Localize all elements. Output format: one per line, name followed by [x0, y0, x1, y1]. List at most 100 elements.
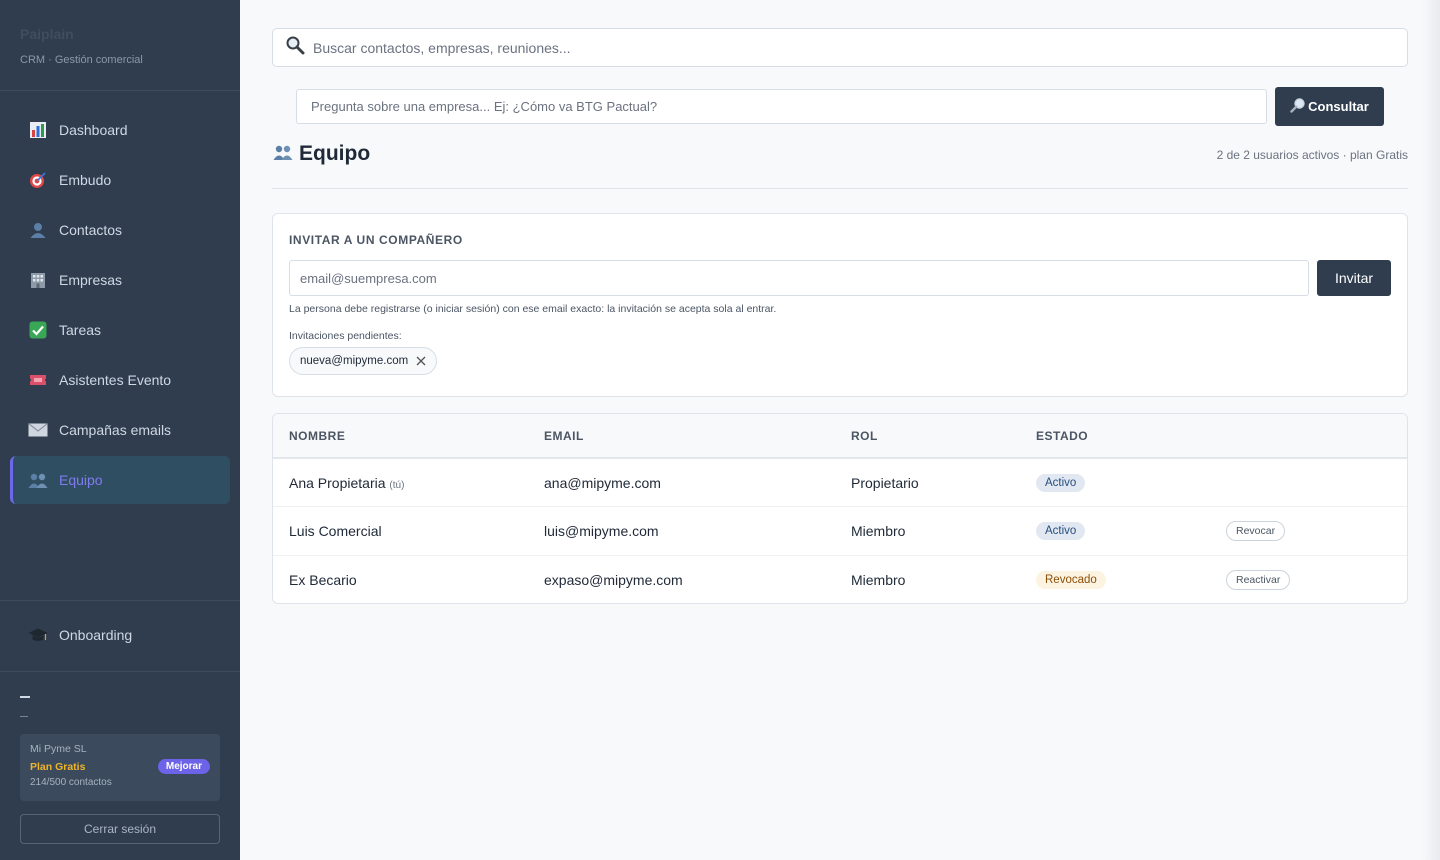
magnifier-icon — [1290, 97, 1306, 116]
consult-button[interactable]: Consultar — [1275, 87, 1384, 126]
sidebar-item-label: Embudo — [59, 172, 112, 188]
user-name — [20, 696, 30, 698]
plan-card: Mi Pyme SL Plan Gratis Mejorar 214/500 c… — [20, 734, 220, 801]
invite-button[interactable]: Invitar — [1317, 260, 1391, 296]
envelope-icon — [28, 420, 48, 440]
sidebar-divider — [0, 600, 240, 601]
pending-invite-chip: nueva@mipyme.com — [289, 347, 438, 375]
reactivate-button[interactable]: Reactivar — [1226, 569, 1291, 590]
invite-help-text: La persona debe registrarse (o iniciar s… — [289, 303, 777, 315]
sidebar-bottom-nav: Onboarding — [0, 611, 240, 661]
bar-chart-icon — [28, 120, 48, 140]
column-header-email: EMAIL — [544, 428, 584, 443]
team-table-card: NOMBRE EMAIL ROL ESTADO Ana Propietaria … — [272, 413, 1408, 604]
member-actions-cell: Revocar — [1226, 507, 1407, 556]
member-status-cell: Activo — [1036, 507, 1226, 556]
sidebar: Paiplain CRM · Gestión comercial Dashboa… — [0, 0, 240, 860]
sidebar-item-label: Onboarding — [59, 627, 133, 643]
target-icon — [28, 170, 48, 190]
sidebar-item-dashboard[interactable]: Dashboard — [10, 106, 230, 154]
building-icon — [28, 270, 48, 290]
member-email: luis@mipyme.com — [544, 522, 659, 539]
brand-subtitle: CRM · Gestión comercial — [20, 54, 143, 66]
invite-email-input[interactable] — [289, 260, 1309, 296]
status-badge: Activo — [1036, 474, 1086, 492]
people-icon — [272, 143, 294, 166]
member-name-cell: Ex Becario — [273, 555, 544, 603]
sidebar-item-label: Contactos — [59, 222, 123, 238]
sidebar-item-label: Asistentes Evento — [59, 372, 172, 388]
sidebar-item-onboarding[interactable]: Onboarding — [10, 611, 230, 659]
revoke-button[interactable]: Revocar — [1226, 520, 1286, 541]
window-edge-shadow — [1422, 0, 1440, 860]
sidebar-item-label: Tareas — [59, 322, 102, 338]
user-email — [20, 716, 28, 717]
member-role: Miembro — [851, 571, 906, 588]
page-title-text: Equipo — [299, 142, 371, 165]
member-name: Ex Becario — [289, 571, 357, 588]
member-actions-cell: Reactivar — [1226, 555, 1407, 603]
sidebar-item-label: Empresas — [59, 272, 123, 288]
sidebar-item-empresas[interactable]: Empresas — [10, 256, 230, 304]
sidebar-item-tareas[interactable]: Tareas — [10, 306, 230, 354]
table-row: Ex Becario expaso@mipyme.com Miembro Rev… — [273, 555, 1407, 603]
sidebar-item-contactos[interactable]: Contactos — [10, 206, 230, 254]
ticket-icon — [28, 370, 48, 390]
page-title: Equipo — [272, 142, 370, 166]
logout-button[interactable]: Cerrar sesión — [20, 814, 220, 844]
member-name-cell: Ana Propietaria (tú) — [273, 458, 544, 507]
brand-name: Paiplain — [20, 26, 74, 42]
invite-title: INVITAR A UN COMPAÑERO — [289, 233, 463, 247]
sidebar-item-campanas-emails[interactable]: Campañas emails — [10, 406, 230, 454]
member-email: ana@mipyme.com — [544, 474, 661, 491]
table-row: Luis Comercial luis@mipyme.com Miembro A… — [273, 507, 1407, 556]
member-role: Propietario — [851, 474, 919, 491]
consult-button-label: Consultar — [1308, 99, 1369, 114]
sidebar-item-asistentes-evento[interactable]: Asistentes Evento — [10, 356, 230, 404]
status-badge: Activo — [1036, 522, 1086, 541]
check-icon — [28, 320, 48, 340]
close-icon[interactable] — [416, 354, 426, 369]
people-icon — [28, 470, 48, 490]
status-badge: Revocado — [1036, 571, 1106, 589]
pending-invite-email: nueva@mipyme.com — [300, 355, 409, 367]
you-label: (tú) — [389, 479, 405, 491]
sidebar-nav: Dashboard Embudo Contactos Empresas Tare… — [0, 91, 240, 504]
table-header-row: NOMBRE EMAIL ROL ESTADO — [273, 414, 1407, 458]
upgrade-button[interactable]: Mejorar — [157, 759, 210, 774]
sidebar-item-equipo[interactable]: Equipo — [10, 456, 230, 504]
users-count: 2 de 2 usuarios activos · plan Gratis — [1216, 148, 1408, 162]
member-name-cell: Luis Comercial — [273, 507, 544, 556]
invite-card: INVITAR A UN COMPAÑERO Invitar La person… — [272, 213, 1408, 397]
main-content: Consultar Equipo 2 de 2 usuarios activos… — [240, 0, 1440, 860]
member-role: Miembro — [851, 522, 906, 539]
sidebar-item-label: Equipo — [59, 472, 103, 488]
member-status-cell: Revocado — [1036, 555, 1226, 603]
divider — [272, 188, 1408, 189]
plan-name: Plan Gratis — [30, 760, 86, 773]
column-header-role: ROL — [851, 428, 878, 443]
member-actions-cell — [1226, 458, 1407, 507]
global-search[interactable] — [272, 28, 1408, 67]
column-header-actions — [1226, 414, 1407, 458]
plan-usage: 214/500 contactos — [30, 777, 112, 788]
sidebar-item-embudo[interactable]: Embudo — [10, 156, 230, 204]
member-email: expaso@mipyme.com — [544, 571, 683, 588]
brand: Paiplain CRM · Gestión comercial — [0, 0, 240, 91]
sidebar-item-label: Dashboard — [59, 122, 128, 138]
column-header-status: ESTADO — [1036, 428, 1089, 443]
plan-org-name: Mi Pyme SL — [30, 743, 87, 755]
table-row: Ana Propietaria (tú) ana@mipyme.com Prop… — [273, 458, 1407, 507]
ask-ai-input[interactable] — [296, 89, 1267, 124]
column-header-name: NOMBRE — [289, 428, 346, 443]
member-name: Luis Comercial — [289, 522, 382, 539]
sidebar-item-label: Campañas emails — [59, 422, 172, 438]
search-icon — [285, 35, 305, 60]
pending-invites-label: Invitaciones pendientes: — [289, 330, 402, 342]
person-icon — [28, 220, 48, 240]
member-status-cell: Activo — [1036, 458, 1226, 507]
team-table: NOMBRE EMAIL ROL ESTADO Ana Propietaria … — [273, 414, 1407, 603]
search-input[interactable] — [313, 39, 1407, 56]
sidebar-divider — [0, 671, 240, 672]
member-name: Ana Propietaria — [289, 474, 386, 491]
